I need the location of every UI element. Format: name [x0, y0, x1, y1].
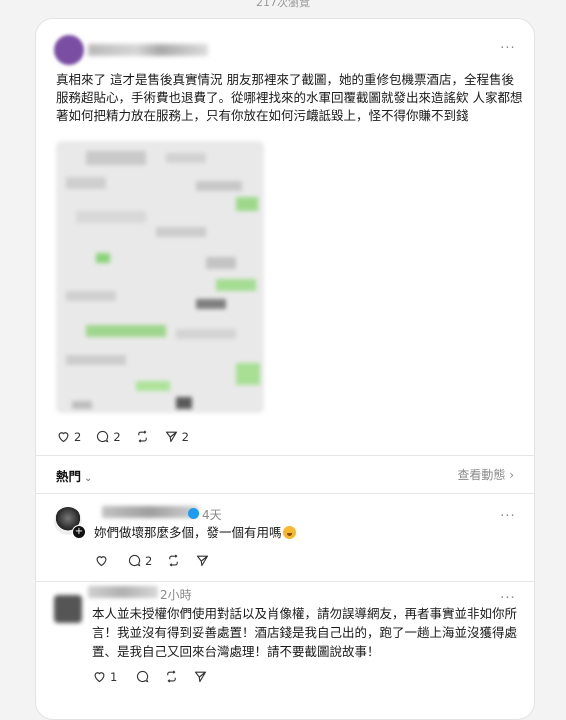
- heart-icon: [58, 432, 69, 443]
- reply-count: 2: [145, 553, 153, 568]
- comment-time: 2小時: [160, 588, 192, 602]
- comment-button[interactable]: 2: [127, 553, 152, 568]
- divider: [36, 493, 534, 494]
- like-count: 1: [110, 669, 118, 684]
- comment-text: 本人並未授權你們使用對話以及肖像權，請勿誤導網友，再者事實並非如你所言！我並沒有…: [92, 606, 518, 659]
- repost-button[interactable]: [164, 669, 179, 684]
- sort-dropdown[interactable]: 熱門 ⌄: [56, 466, 92, 485]
- repost-icon: [167, 670, 177, 683]
- repost-button[interactable]: [135, 429, 150, 444]
- share-button[interactable]: [195, 553, 210, 568]
- comment-time: 4天: [202, 508, 222, 522]
- share-icon: [165, 431, 177, 443]
- post-text: 真相來了 這才是售後真實情況 朋友那裡來了截圖，她的重修包機票酒店，全程售後服務…: [56, 72, 523, 123]
- post-card: ··· 真相來了 這才是售後真實情況 朋友那裡來了截圖，她的重修包機票酒店，全程…: [35, 18, 535, 720]
- sort-label: 熱門: [56, 469, 82, 484]
- view-count: 217次瀏覽: [256, 0, 310, 9]
- comment-button[interactable]: [135, 669, 150, 684]
- repost-icon: [169, 554, 179, 567]
- verified-badge-icon: [188, 508, 199, 519]
- comment-text: 妳們做壞那麼多個，發一個有用嗎: [94, 523, 296, 542]
- heart-icon: [96, 556, 107, 567]
- like-button[interactable]: [94, 553, 109, 568]
- more-icon[interactable]: ···: [500, 509, 516, 524]
- share-button[interactable]: [193, 669, 208, 684]
- emoji-icon: [282, 526, 296, 539]
- follow-badge[interactable]: +: [72, 525, 86, 539]
- comment-actions: 2: [94, 553, 224, 568]
- comment-author-name[interactable]: [88, 586, 158, 598]
- repost-icon: [137, 430, 147, 443]
- avatar[interactable]: [54, 595, 82, 623]
- comment-icon: [128, 554, 141, 567]
- share-icon: [195, 671, 207, 683]
- share-button[interactable]: 2: [164, 429, 189, 444]
- comment-author-name[interactable]: [102, 506, 198, 518]
- like-button[interactable]: 1: [92, 669, 117, 684]
- comment-count: 2: [113, 429, 121, 444]
- like-count: 2: [74, 429, 82, 444]
- post-author-name[interactable]: [88, 44, 208, 56]
- post-avatar[interactable]: [54, 35, 84, 65]
- comment-actions: 1: [92, 669, 222, 684]
- like-button[interactable]: 2: [56, 429, 81, 444]
- heart-icon: [94, 672, 105, 683]
- more-icon[interactable]: ···: [500, 41, 516, 56]
- divider: [36, 455, 534, 456]
- view-activity-link[interactable]: 查看動態 ›: [457, 466, 514, 483]
- comment-icon: [97, 430, 109, 443]
- share-count: 2: [181, 429, 189, 444]
- repost-button[interactable]: [166, 553, 181, 568]
- share-icon: [197, 555, 209, 567]
- post-image[interactable]: [56, 141, 264, 413]
- chevron-down-icon: ⌄: [84, 473, 93, 484]
- divider: [36, 581, 534, 582]
- comment-text-content: 妳們做壞那麼多個，發一個有用嗎: [94, 525, 282, 540]
- post-actions: 2 2 2: [56, 429, 203, 444]
- comment-icon: [137, 670, 149, 683]
- comment-button[interactable]: 2: [95, 429, 121, 444]
